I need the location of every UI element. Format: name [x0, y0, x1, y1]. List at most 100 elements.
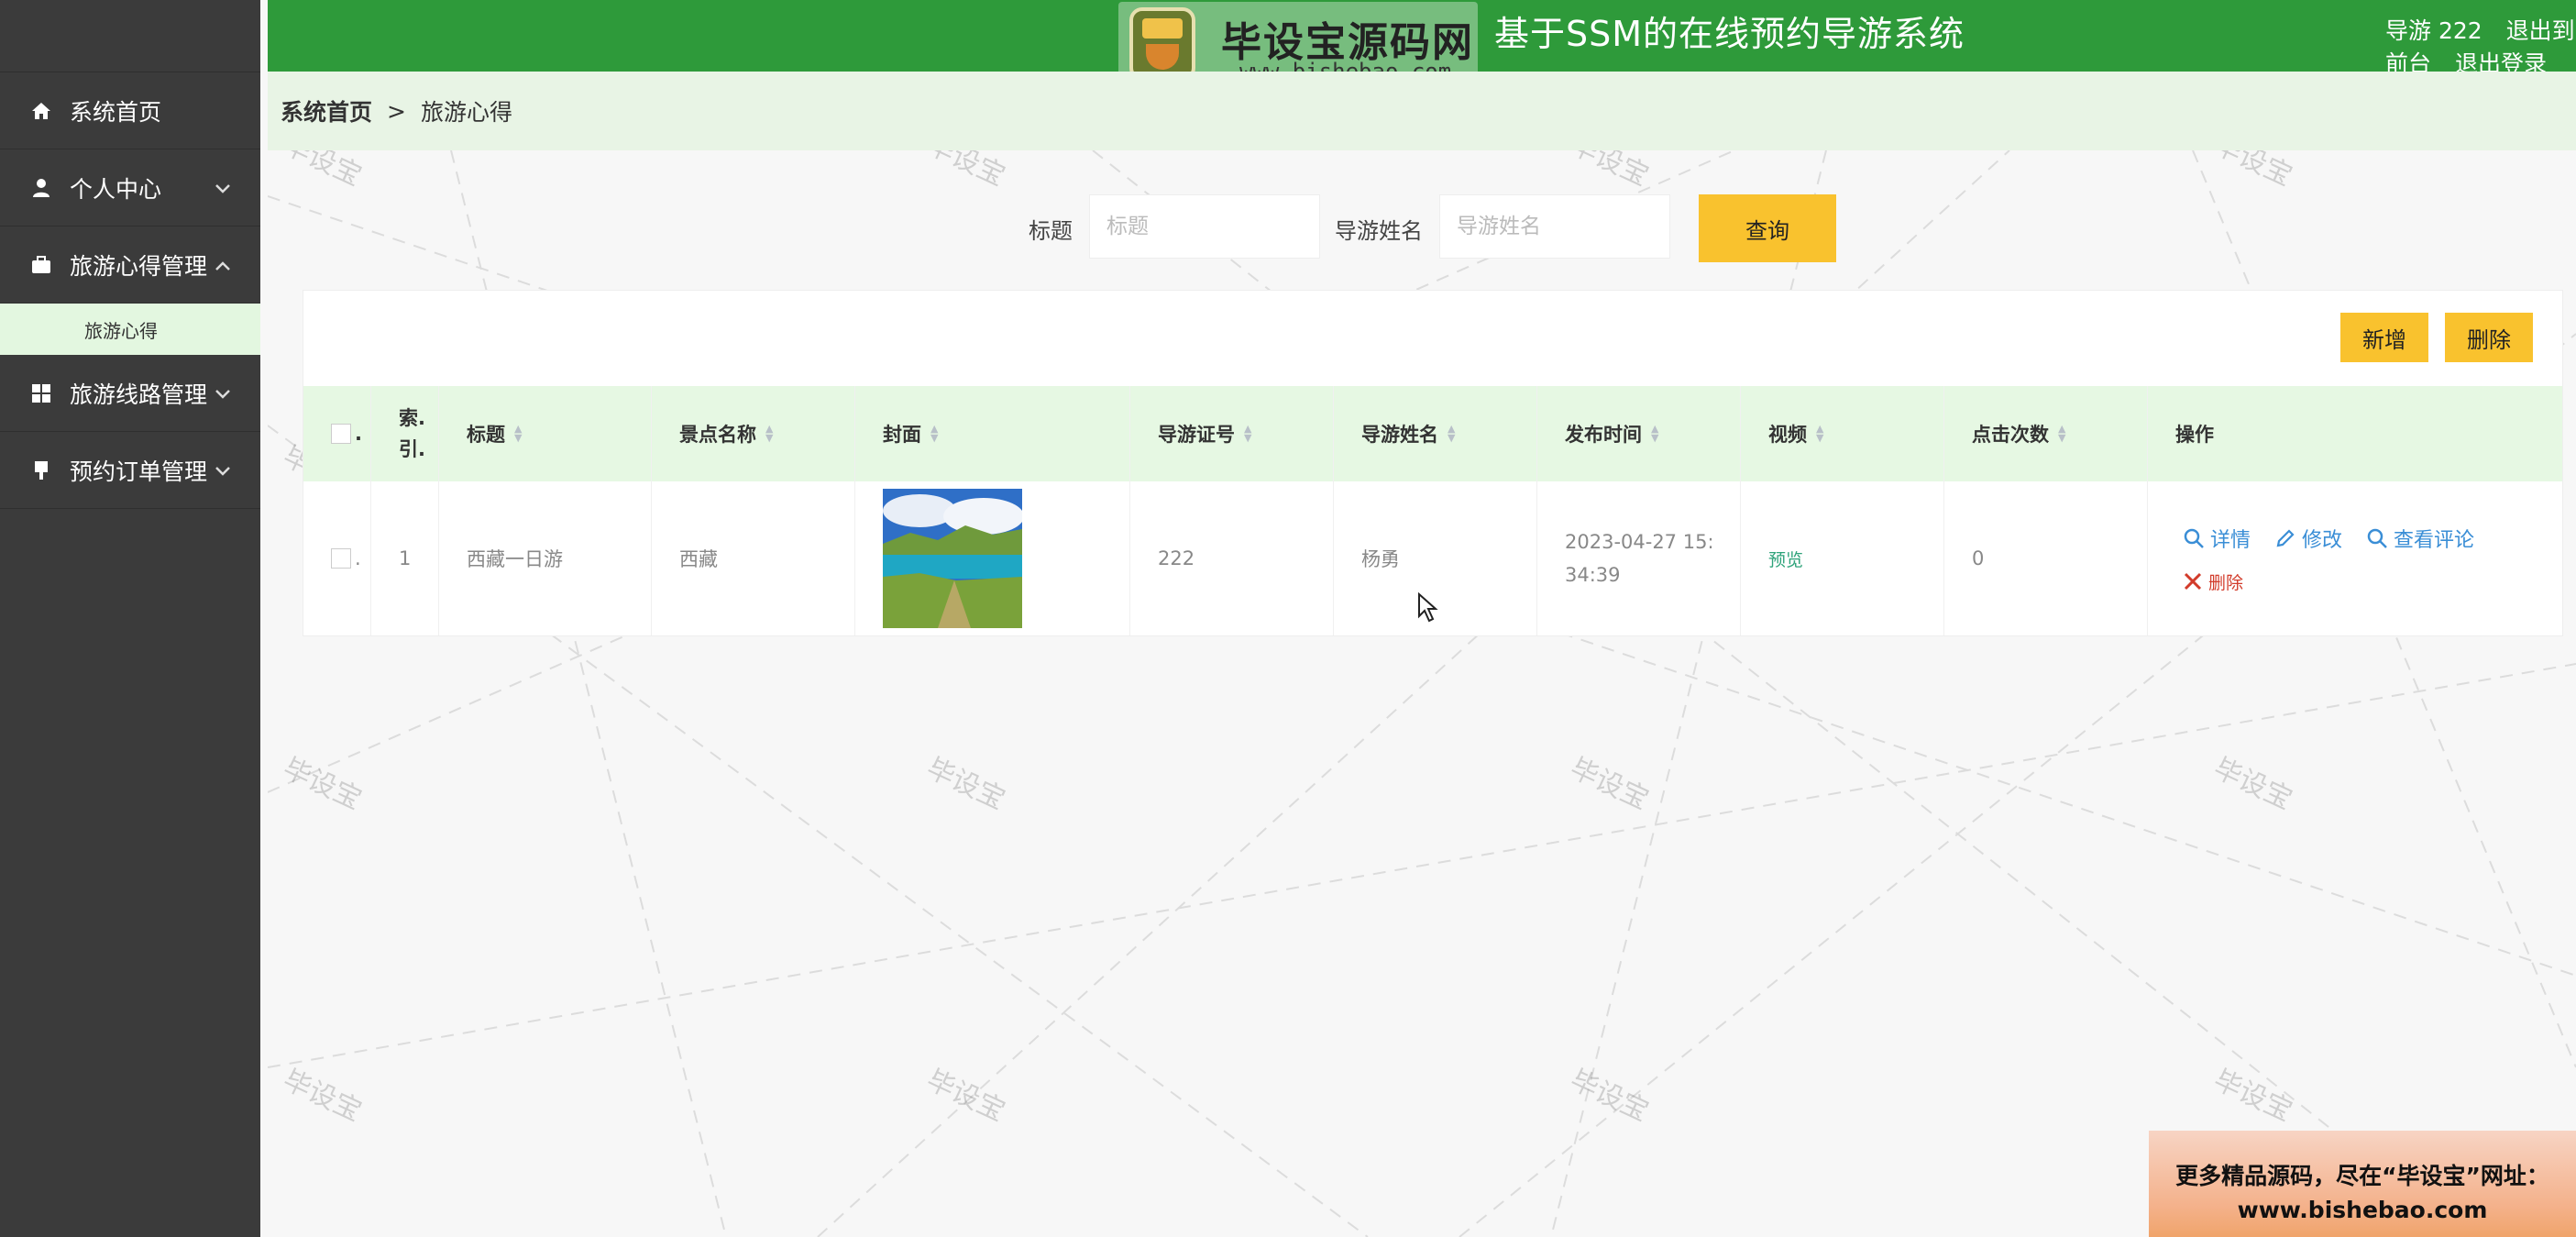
chevron-down-icon — [215, 177, 231, 199]
sidebar-item-home[interactable]: 系统首页 — [0, 72, 260, 149]
cell-cover — [855, 481, 1130, 635]
cell-clicks: 0 — [1944, 481, 2148, 635]
search-icon — [2367, 528, 2387, 548]
cell-index: 1 — [371, 481, 439, 635]
row-delete-button[interactable]: 删除 — [2183, 569, 2243, 594]
cell-actions: 详情 修改 查看评论 删除 — [2148, 481, 2562, 635]
close-icon — [2184, 572, 2202, 591]
column-header-publish-time[interactable]: 发布时间 ▲ ▼ — [1537, 386, 1741, 481]
cell-publish-time: 2023-04-27 15:34:39 — [1537, 481, 1741, 635]
column-header-label: 导游姓名 — [1361, 424, 1438, 446]
column-header-title[interactable]: 标题 ▲ ▼ — [439, 386, 652, 481]
query-button[interactable]: 查询 — [1699, 194, 1836, 262]
sort-icon: ▲ ▼ — [1244, 423, 1252, 444]
cell-video: 预览 — [1741, 481, 1944, 635]
column-header-actions: 操作 — [2148, 386, 2562, 481]
app-title: 基于SSM的在线预约导游系统 — [1494, 14, 1965, 54]
sidebar-item-label: 旅游心得管理 — [70, 252, 208, 280]
bulk-delete-button[interactable]: 删除 — [2445, 313, 2533, 362]
column-header-index: 索. 引. — [371, 386, 439, 481]
add-button[interactable]: 新增 — [2340, 313, 2428, 362]
view-comments-label: 查看评论 — [2394, 528, 2475, 552]
cell-spot: 西藏 — [652, 481, 855, 635]
chevron-up-icon — [215, 254, 231, 276]
mouse-cursor-icon — [1418, 592, 1438, 623]
sort-icon: ▲ ▼ — [765, 423, 774, 444]
sort-icon: ▲ ▼ — [1448, 423, 1456, 444]
column-header-label: 视频 — [1768, 424, 1807, 446]
table-header: . 索. 引. 标题 ▲ ▼ 景点名称 ▲ ▼ 封面 ▲ ▼ 导游证号 ▲ ▼ 导游姓名 ▲ ▼ 发… — [303, 386, 2562, 481]
grid-icon — [29, 381, 53, 405]
column-header-label: 景点名称 — [679, 424, 756, 446]
select-all-checkbox[interactable] — [331, 424, 351, 444]
select-all-label: . — [355, 423, 362, 445]
sidebar-item-label: 系统首页 — [70, 98, 162, 126]
row-checkbox-label: . — [355, 547, 361, 569]
logo-badge-icon — [1129, 7, 1195, 81]
user-links: 导游 222 退出到前台 退出登录 — [2385, 13, 2576, 79]
column-header-label: 封面 — [883, 424, 921, 446]
title-search-input[interactable] — [1089, 194, 1320, 259]
sidebar-item-label: 旅游线路管理 — [70, 381, 208, 408]
home-icon — [29, 99, 53, 123]
column-header-label: 导游证号 — [1158, 424, 1235, 446]
guide-name-search-input[interactable] — [1439, 194, 1670, 259]
edit-button[interactable]: 修改 — [2274, 524, 2342, 553]
column-header-label: 操作 — [2175, 424, 2214, 446]
sidebar-item-travel-notes[interactable]: 旅游心得管理 — [0, 226, 260, 304]
search-icon — [2184, 528, 2204, 548]
sort-icon: ▲ ▼ — [1816, 423, 1824, 444]
pin-icon — [29, 458, 53, 482]
breadcrumb: 系统首页 > 旅游心得 — [268, 72, 2576, 150]
sort-icon: ▲ ▼ — [1651, 423, 1659, 444]
edit-icon — [2276, 528, 2295, 547]
chevron-down-icon — [215, 459, 231, 481]
promo-line-2: www.bishebao.com — [2237, 1197, 2488, 1223]
sidebar-item-order-management[interactable]: 预约订单管理 — [0, 432, 260, 509]
sidebar-subitem-travel-notes[interactable]: 旅游心得 — [0, 304, 260, 355]
sidebar: 系统首页 个人中心 旅游心得管理 旅游心得 旅游线路管理 预约订单管理 — [0, 0, 260, 1237]
column-header-spot[interactable]: 景点名称 ▲ ▼ — [652, 386, 855, 481]
sort-icon: ▲ ▼ — [2058, 423, 2066, 444]
breadcrumb-home[interactable]: 系统首页 — [281, 94, 372, 127]
column-header-label: 索. 引. — [399, 407, 425, 460]
promo-banner[interactable]: 更多精品源码，尽在“毕设宝”网址： www.bishebao.com — [2149, 1131, 2576, 1237]
cell-title: 西藏一日游 — [439, 481, 652, 635]
cover-image[interactable] — [883, 489, 1022, 628]
table-panel: 新增 删除 . 索. 引. 标题 ▲ ▼ 景点名称 ▲ ▼ 封面 ▲ ▼ 导游证号 ▲ ▼ 导游… — [303, 290, 2563, 636]
view-comments-button[interactable]: 查看评论 — [2366, 524, 2474, 553]
breadcrumb-separator: > — [387, 97, 406, 125]
detail-label: 详情 — [2210, 528, 2251, 552]
sidebar-item-personal-center[interactable]: 个人中心 — [0, 149, 260, 226]
sort-icon: ▲ ▼ — [930, 423, 939, 444]
select-all-cell: . — [303, 386, 371, 481]
sidebar-item-route-management[interactable]: 旅游线路管理 — [0, 355, 260, 432]
column-header-label: 点击次数 — [1972, 424, 2049, 446]
sidebar-subitem-label: 旅游心得 — [84, 319, 158, 342]
guide-name-search-label: 导游姓名 — [1335, 218, 1423, 244]
column-header-guide-name[interactable]: 导游姓名 ▲ ▼ — [1334, 386, 1537, 481]
breadcrumb-current: 旅游心得 — [420, 99, 512, 126]
sort-icon: ▲ ▼ — [514, 423, 523, 444]
title-search-label: 标题 — [1029, 218, 1073, 244]
video-preview-link[interactable]: 预览 — [1768, 547, 1803, 571]
sidebar-item-label: 预约订单管理 — [70, 458, 208, 485]
row-checkbox[interactable] — [331, 548, 351, 569]
briefcase-icon — [29, 253, 53, 277]
user-icon — [29, 176, 53, 200]
detail-button[interactable]: 详情 — [2183, 524, 2251, 553]
publish-time-text: 2023-04-27 15:34:39 — [1565, 531, 1714, 586]
column-header-clicks[interactable]: 点击次数 ▲ ▼ — [1944, 386, 2148, 481]
current-user: 导游 222 — [2385, 17, 2482, 44]
edit-label: 修改 — [2302, 528, 2343, 552]
sidebar-item-label: 个人中心 — [70, 175, 162, 203]
column-header-video[interactable]: 视频 ▲ ▼ — [1741, 386, 1944, 481]
column-header-cover[interactable]: 封面 ▲ ▼ — [855, 386, 1130, 481]
cell-guide-id: 222 — [1130, 481, 1334, 635]
chevron-down-icon — [215, 382, 231, 404]
column-header-guide-id[interactable]: 导游证号 ▲ ▼ — [1130, 386, 1334, 481]
row-select-cell: . — [303, 481, 371, 635]
column-header-label: 发布时间 — [1565, 424, 1642, 446]
sidebar-top — [0, 0, 260, 72]
promo-line-1: 更多精品源码，尽在“毕设宝”网址： — [2175, 1163, 2549, 1189]
